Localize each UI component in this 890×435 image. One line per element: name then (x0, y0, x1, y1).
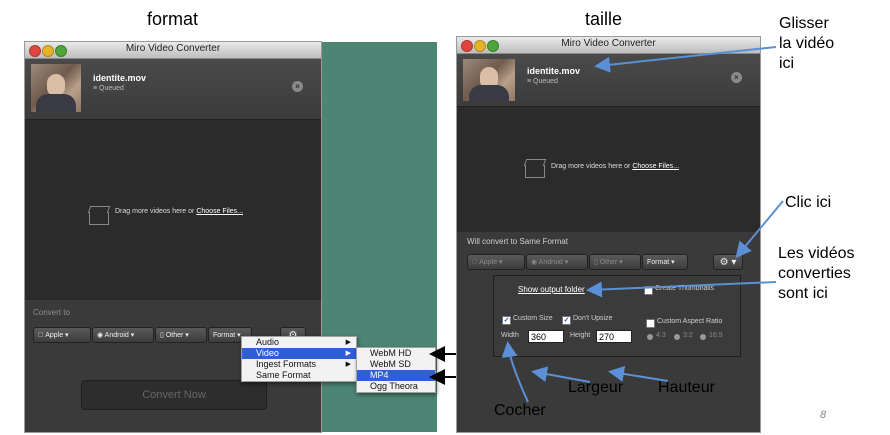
arrow-glisser (594, 46, 777, 73)
annotation-arrows (429, 46, 784, 403)
arrow-output-folder (586, 281, 777, 298)
arrow-hauteur (608, 366, 669, 382)
arrow-cocher (501, 341, 529, 403)
arrow-largeur (531, 366, 591, 383)
arrow-clic-ici (735, 200, 784, 259)
